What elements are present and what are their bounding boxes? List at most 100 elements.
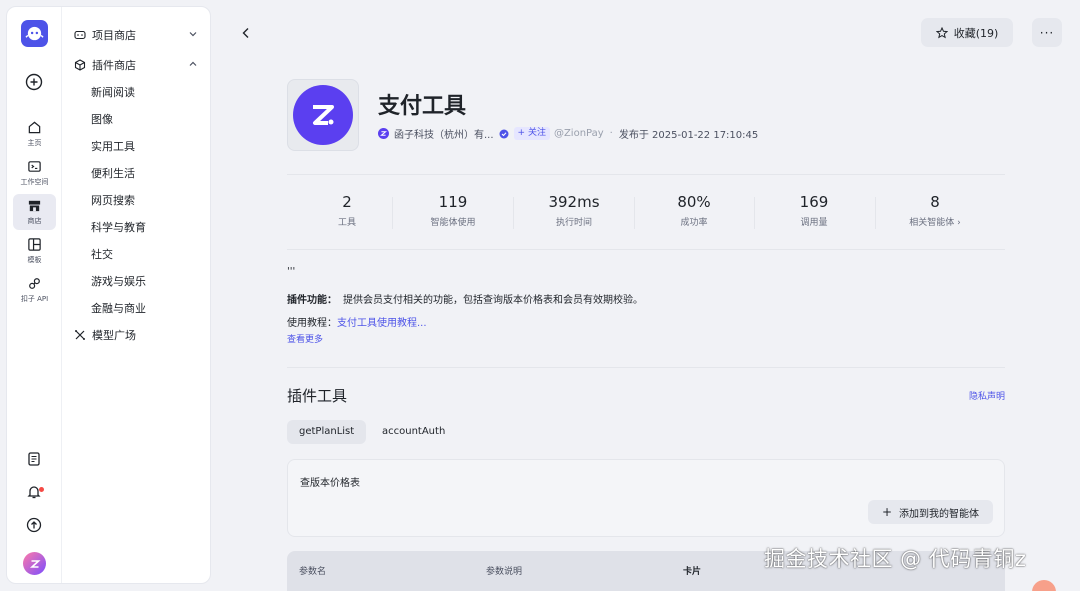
stat-label: 调用量 [800,218,828,228]
subnav-category[interactable]: 实用工具 [62,132,210,159]
coze-logo[interactable] [21,20,48,47]
terminal-icon [28,161,41,172]
model-icon [75,329,85,340]
subnav-category[interactable]: 新闻阅读 [62,78,210,105]
stat-related-bots[interactable]: 8 相关智能体 › [875,175,995,251]
store-subnav: 项目商店 插件商店 新闻阅读 图像 实用工具 便利生活 网页搜索 科学与教育 社… [62,7,210,583]
rail-label-api: 扣子 API [20,295,49,303]
stat-value: 8 [930,193,940,211]
tab-getplanlist[interactable]: getPlanList [287,420,367,444]
cube-icon [74,58,86,71]
watermark: 掘金技术社区 @ 代码青铜z [764,547,1027,571]
store-icon [28,200,41,212]
home-icon [28,121,41,134]
subnav-category[interactable]: 科学与教育 [62,213,210,240]
subnav-project-store[interactable]: 项目商店 [62,21,210,48]
stat-tools: 2 工具 [287,175,407,251]
coze-logo-icon [25,26,44,41]
tutorial-line: 使用教程：支付工具使用教程... [287,314,427,329]
stat-exec-time: 392ms 执行时间 [514,175,634,251]
subnav-category[interactable]: 金融与商业 [62,294,210,321]
subnav-model-square-label: 模型广场 [92,328,136,342]
subnav-category[interactable]: 网页搜索 [62,186,210,213]
subnav-category[interactable]: 图像 [62,105,210,132]
document-icon[interactable] [26,451,42,467]
th-card: 卡片 [683,567,702,577]
favorite-button[interactable]: 收藏(19) [921,18,1013,47]
publisher-name[interactable]: 函子科技（杭州）有... [394,126,494,141]
tab-accountauth[interactable]: accountAuth [370,420,457,444]
verified-badge-icon [499,129,509,138]
zionpay-logo [293,85,353,145]
template-icon [28,238,41,251]
z-logo-icon [313,105,334,125]
rail-label-template: 模板 [27,256,42,264]
plus-icon: + [881,505,893,519]
rail-store[interactable]: 商店 [13,194,56,230]
th-param-name: 参数名 [299,567,327,577]
stat-label: 成功率 [680,218,708,228]
meta-separator: · [609,128,613,139]
section-divider [287,367,1005,368]
stats-bar: 2 工具 119 智能体使用 392ms 执行时间 80% 成功率 169 调用… [287,174,1005,250]
stat-label: 工具 [337,218,356,228]
left-panel: 主页 工作空间 商店 模板 扣子 API 项目商店 插件商店 新闻阅读 图像 实… [6,6,211,584]
star-icon [935,26,948,38]
stat-bot-usage: 119 智能体使用 [393,175,513,251]
rail-label-workspace: 工作空间 [20,178,49,186]
stat-label: 执行时间 [555,218,592,228]
create-plus-icon[interactable] [25,73,43,91]
plugin-logo [287,79,359,151]
stat-value: 2 [342,193,352,211]
rail-template[interactable]: 模板 [7,237,62,265]
subnav-plugin-store-label: 插件商店 [92,58,136,72]
publisher-logo-icon [378,128,389,139]
tutorial-label: 使用教程： [287,318,337,329]
stat-value: 80% [677,193,711,211]
publish-date: 发布于 2025-01-22 17:10:45 [618,130,759,141]
stat-value: 392ms [548,193,600,211]
subnav-category[interactable]: 便利生活 [62,159,210,186]
more-button[interactable]: ··· [1032,18,1062,47]
link-icon [29,278,40,289]
feature-label: 插件功能： [287,295,337,306]
rail-label-store: 商店 [27,217,42,225]
stat-label: 智能体使用 [430,218,476,228]
privacy-link[interactable]: 隐私声明 [969,389,1005,402]
rail-label-home: 主页 [27,139,42,147]
th-param-desc: 参数说明 [486,567,523,577]
back-arrow-icon[interactable] [239,26,253,40]
publisher-handle: @ZionPay [553,128,604,139]
nav-rail: 主页 工作空间 商店 模板 扣子 API [7,7,62,583]
feature-text: 提供会员支付相关的功能，包括查询版本价格表和会员有效期校验。 [343,295,643,306]
tool-card: 查版本价格表 + 添加到我的智能体 [287,459,1005,537]
rail-api[interactable]: 扣子 API [7,276,62,304]
gamepad-icon [74,30,86,39]
subnav-plugin-store[interactable]: 插件商店 [62,51,210,78]
plugin-meta: 函子科技（杭州）有... + 关注 @ZionPay · 发布于 2025-01… [378,126,758,141]
rail-home[interactable]: 主页 [7,120,62,148]
upload-icon[interactable] [26,517,42,533]
rail-workspace[interactable]: 工作空间 [7,159,62,187]
stat-calls: 169 调用量 [754,175,874,251]
chevron-up-icon [189,61,197,66]
tool-name: 查版本价格表 [300,478,360,489]
add-to-bot-button[interactable]: + 添加到我的智能体 [868,500,993,524]
stat-label: 相关智能体 › [909,218,961,228]
stat-value: 119 [438,193,468,211]
follow-button[interactable]: + 关注 [513,127,550,140]
main-content: 收藏(19) ··· 支付工具 函子科技（杭州）有... + 关注 @ZionP… [211,0,1080,591]
add-to-bot-label: 添加到我的智能体 [899,508,980,520]
subnav-category[interactable]: 游戏与娱乐 [62,267,210,294]
see-more-link[interactable]: 查看更多 [287,332,323,345]
subnav-model-square[interactable]: 模型广场 [62,321,210,348]
z-logo-icon [29,559,41,568]
favorite-label: 收藏(19) [953,26,999,40]
plugin-title: 支付工具 [378,94,467,119]
user-avatar[interactable] [23,552,46,575]
tutorial-link[interactable]: 支付工具使用教程... [337,318,427,329]
stat-success-rate: 80% 成功率 [634,175,754,251]
subnav-project-store-label: 项目商店 [92,28,136,42]
feature-line: 插件功能： 提供会员支付相关的功能，包括查询版本价格表和会员有效期校验。 [287,291,643,306]
subnav-category[interactable]: 社交 [62,240,210,267]
